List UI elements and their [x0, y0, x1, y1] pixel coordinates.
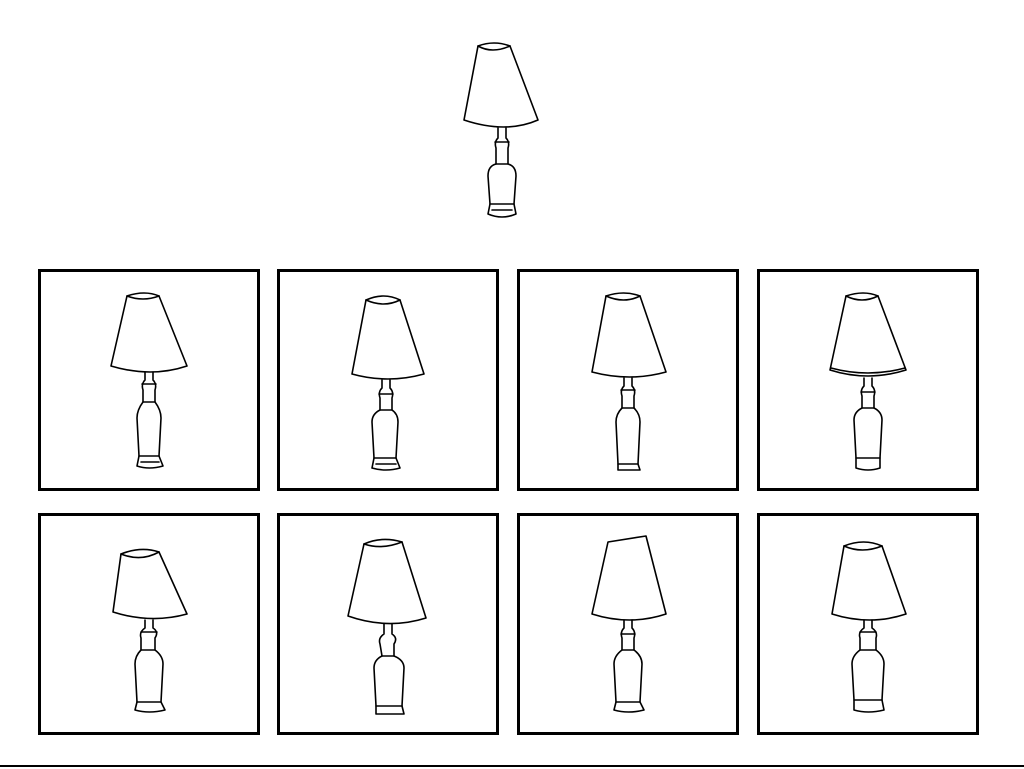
choice-2[interactable] [277, 269, 499, 491]
table-lamp-icon [591, 292, 667, 471]
choice-8[interactable] [757, 513, 979, 735]
bottom-divider [0, 765, 1024, 767]
choice-6[interactable] [277, 513, 499, 735]
table-lamp-icon [347, 538, 427, 715]
table-lamp-icon [112, 548, 188, 713]
choice-3[interactable] [517, 269, 739, 491]
table-lamp-icon [829, 292, 907, 471]
table-lamp-icon [351, 295, 425, 471]
choice-7[interactable] [517, 513, 739, 735]
choice-4[interactable] [757, 269, 979, 491]
table-lamp-icon [110, 292, 188, 469]
target-lamp-icon [458, 38, 548, 224]
choice-5[interactable] [38, 513, 260, 735]
choice-1[interactable] [38, 269, 260, 491]
table-lamp-icon [591, 535, 667, 713]
table-lamp-icon [831, 541, 907, 713]
